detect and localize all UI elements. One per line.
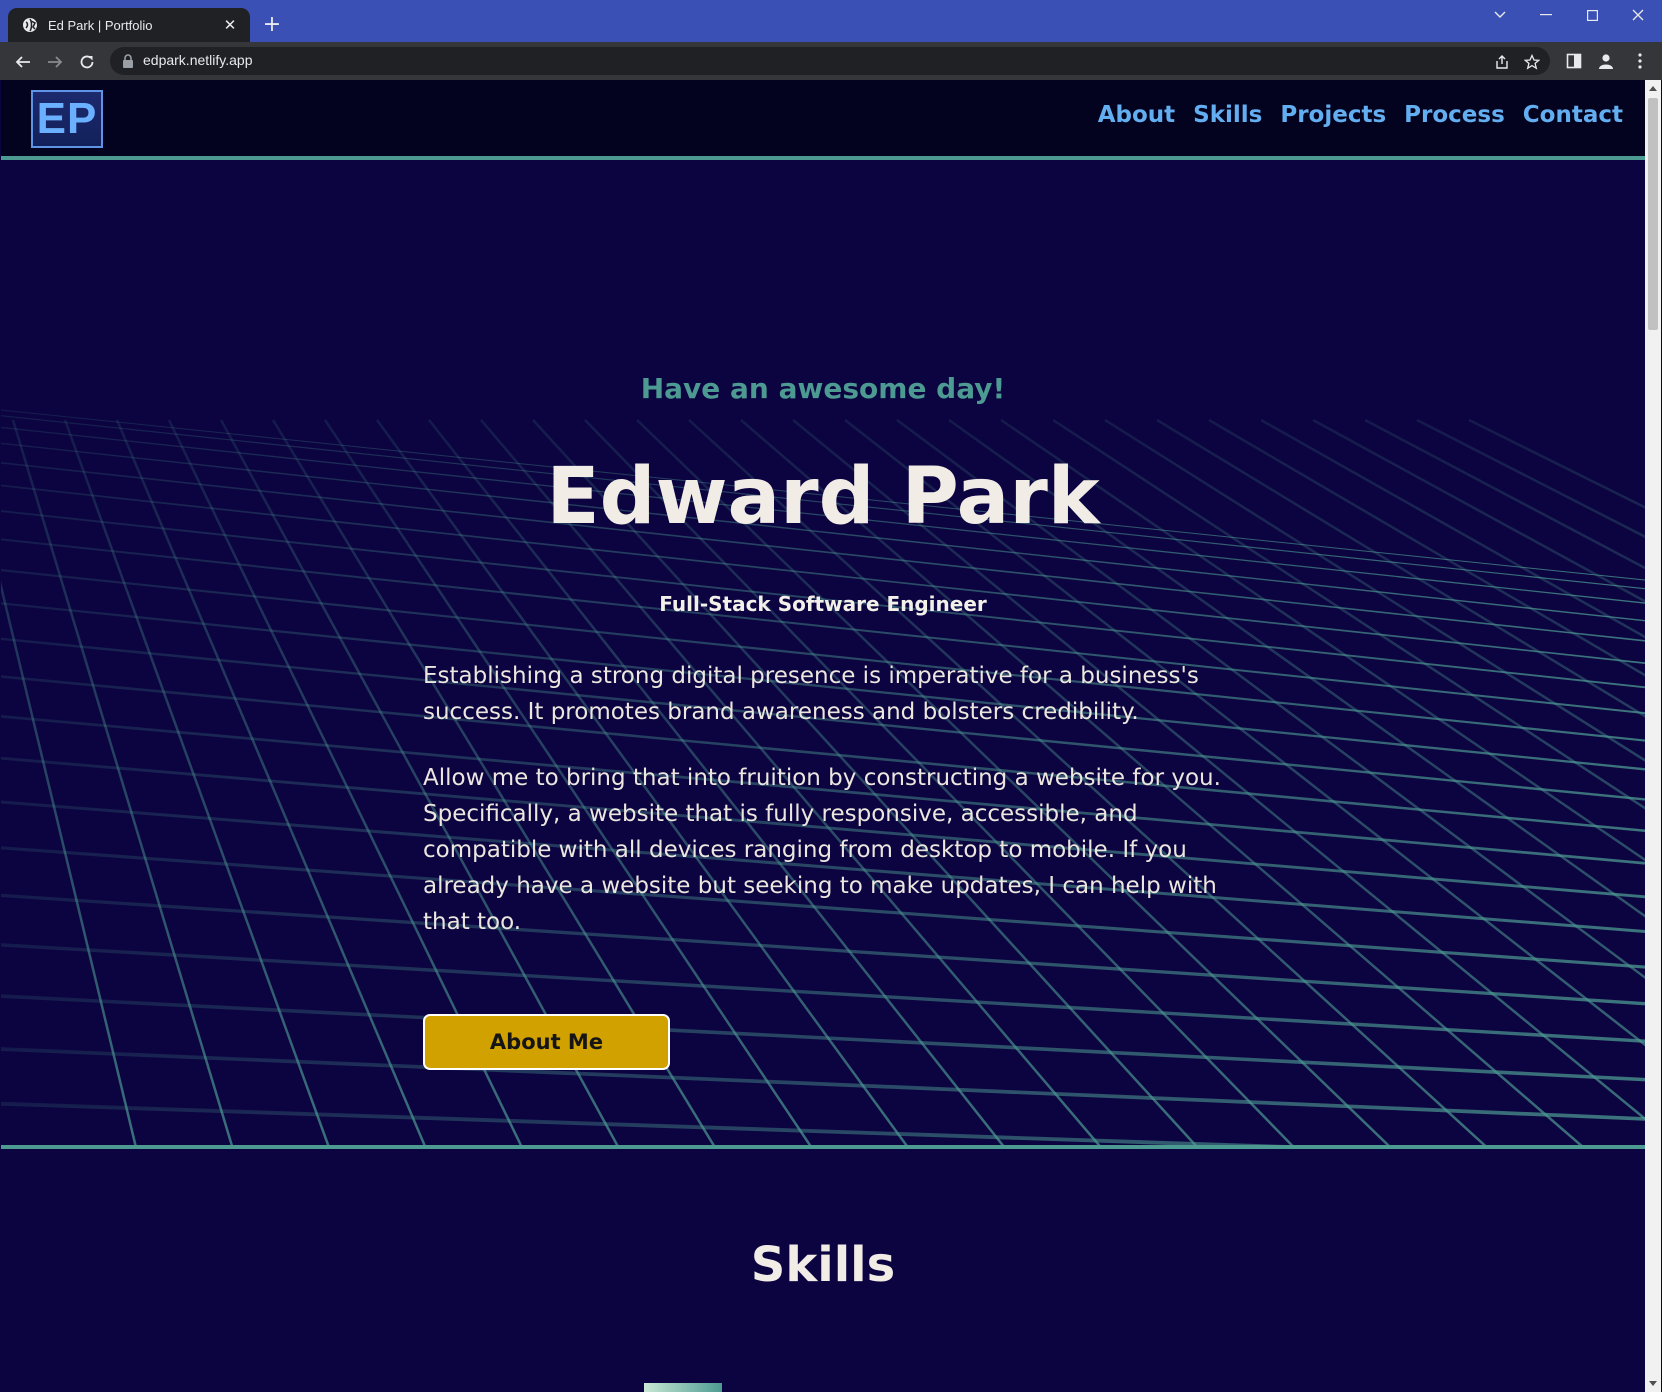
kebab-menu-icon[interactable] [1631, 52, 1649, 70]
hero-content: Have an awesome day! Edward Park Full-St… [1, 160, 1645, 1145]
reload-icon[interactable] [76, 51, 98, 73]
hero-section: Have an awesome day! Edward Park Full-St… [1, 160, 1645, 1145]
hero-role: Full-Stack Software Engineer [659, 592, 987, 616]
forward-arrow-icon[interactable] [44, 51, 66, 73]
skills-section: Skills [1, 1149, 1645, 1392]
browser-tab[interactable]: Ed Park | Portfolio ✕ [8, 8, 250, 42]
tab-title: Ed Park | Portfolio [48, 17, 153, 33]
skills-title: Skills [750, 1237, 896, 1293]
profile-icon[interactable] [1597, 52, 1615, 70]
window-close-icon[interactable] [1618, 4, 1658, 26]
scroll-up-icon[interactable] [1649, 86, 1657, 91]
plus-icon[interactable]: + [262, 12, 282, 38]
main-nav: About Skills Projects Process Contact [1098, 102, 1623, 128]
browser-titlebar: Ed Park | Portfolio ✕ + [0, 0, 1662, 42]
scrollbar-thumb[interactable] [1648, 98, 1658, 330]
back-arrow-icon[interactable] [12, 51, 34, 73]
side-panel-icon[interactable] [1565, 52, 1583, 70]
lock-icon [123, 54, 133, 68]
hero-paragraph-1: Establishing a strong digital presence i… [423, 663, 1199, 725]
skills-accent-bar [644, 1383, 722, 1392]
hero-name: Edward Park [546, 452, 1100, 542]
nav-link-projects[interactable]: Projects [1280, 102, 1386, 128]
chevron-down-icon[interactable] [1480, 4, 1520, 26]
address-bar[interactable]: edpark.netlify.app [110, 47, 1550, 75]
share-icon[interactable] [1493, 53, 1511, 71]
page-viewport: EP About Skills Projects Process Contact… [1, 80, 1645, 1392]
close-icon[interactable]: ✕ [220, 15, 240, 35]
about-me-button[interactable]: About Me [423, 1014, 670, 1070]
site-logo[interactable]: EP [31, 90, 103, 148]
browser-toolbar: edpark.netlify.app [0, 42, 1662, 80]
star-icon[interactable] [1523, 53, 1541, 71]
hero-paragraph-2: Allow me to bring that into fruition by … [423, 765, 1221, 935]
nav-link-process[interactable]: Process [1404, 102, 1505, 128]
page-scrollbar[interactable] [1645, 80, 1661, 1392]
site-header: EP About Skills Projects Process Contact [1, 80, 1645, 160]
nav-link-contact[interactable]: Contact [1523, 102, 1623, 128]
nav-link-skills[interactable]: Skills [1193, 102, 1262, 128]
minimize-icon[interactable] [1526, 4, 1566, 26]
maximize-icon[interactable] [1572, 4, 1612, 26]
scroll-down-icon[interactable] [1649, 1381, 1657, 1386]
url-text: edpark.netlify.app [143, 52, 253, 68]
hero-greeting: Have an awesome day! [640, 372, 1006, 405]
nav-link-about[interactable]: About [1098, 102, 1175, 128]
globe-icon [23, 18, 37, 32]
